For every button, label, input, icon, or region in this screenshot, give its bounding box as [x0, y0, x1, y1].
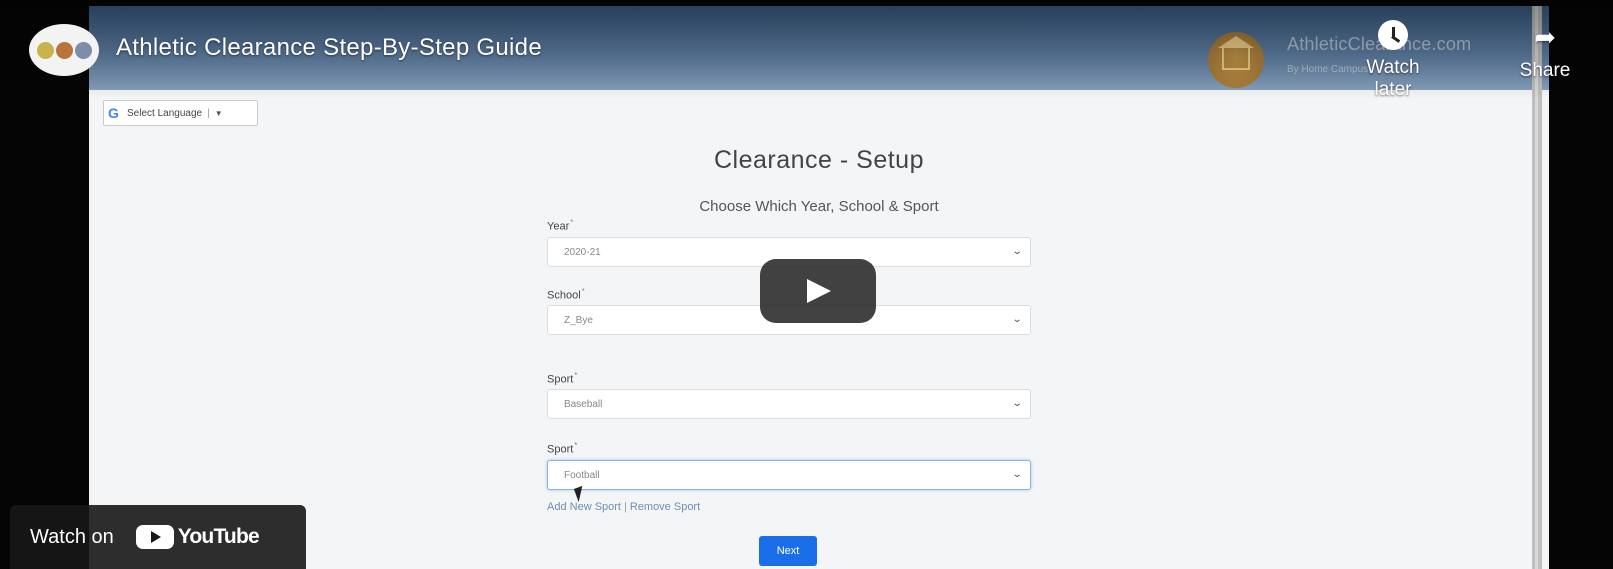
share-button[interactable]: ➦ Share	[1510, 24, 1580, 82]
add-new-sport-link[interactable]: Add New Sport	[547, 501, 621, 513]
chevron-down-icon: ⌄	[1011, 314, 1023, 325]
year-label: Year*	[547, 218, 573, 233]
youtube-play-icon	[135, 525, 174, 549]
required-marker: *	[574, 441, 578, 450]
share-label: Share	[1519, 60, 1571, 81]
youtube-logo: YouTube	[135, 525, 260, 549]
clock-icon	[1378, 20, 1408, 50]
sport-label-1-text: Sport	[547, 373, 574, 386]
school-label-text: School	[547, 289, 581, 302]
required-marker: *	[574, 371, 578, 380]
required-marker: *	[581, 287, 585, 296]
sport-select-2[interactable]: Football ⌄	[547, 460, 1031, 490]
page-title: Clearance - Setup	[713, 146, 924, 174]
year-label-text: Year	[547, 220, 570, 233]
watch-on-label: Watch on	[30, 525, 114, 548]
play-icon	[807, 279, 831, 303]
year-select-value: 2020-21	[564, 247, 601, 258]
sport-select-1[interactable]: Baseball ⌄	[547, 389, 1031, 419]
sport-label-2-text: Sport	[547, 443, 574, 456]
watch-later-button[interactable]: Watch later	[1348, 20, 1438, 101]
chevron-down-icon: ⌄	[1011, 398, 1023, 409]
google-icon: G	[108, 105, 119, 121]
sport-links: Add New Sport | Remove Sport	[547, 501, 700, 513]
remove-sport-link[interactable]: Remove Sport	[630, 501, 700, 513]
chevron-down-icon: ⌄	[1011, 246, 1023, 257]
school-select-value: Z_Bye	[564, 315, 593, 326]
sport-select-2-value: Football	[564, 470, 600, 481]
youtube-wordmark: YouTube	[177, 525, 260, 548]
house-body	[1222, 46, 1250, 70]
video-player[interactable]: AthleticClearance.com By Home Campus G S…	[0, 0, 1613, 569]
dropdown-arrow-icon: ▼	[214, 108, 223, 118]
sport-label-2: Sport*	[547, 441, 577, 456]
required-marker: *	[570, 218, 574, 227]
scrollbar-thumb	[1535, 6, 1538, 569]
sport-select-1-value: Baseball	[564, 399, 603, 410]
avatar-dot-yellow	[36, 41, 54, 59]
sport-label-1: Sport*	[547, 371, 577, 386]
video-title[interactable]: Athletic Clearance Step-By-Step Guide	[116, 34, 542, 62]
page-subtitle: Choose Which Year, School & Sport	[699, 198, 939, 215]
channel-avatar[interactable]	[29, 24, 99, 76]
link-separator: |	[623, 501, 627, 513]
avatar-dot-blue	[74, 41, 92, 59]
play-button[interactable]	[760, 259, 876, 323]
next-button[interactable]: Next	[759, 536, 817, 566]
language-selector-label: Select Language	[127, 107, 203, 119]
chevron-down-icon: ⌄	[1011, 469, 1023, 480]
watch-later-label: Watch later	[1366, 57, 1420, 100]
language-selector[interactable]: G Select Language | ▼	[103, 100, 258, 126]
watch-on-youtube-button[interactable]: Watch on YouTube	[10, 505, 306, 569]
school-label: School*	[547, 287, 585, 302]
share-icon: ➦	[1534, 22, 1556, 52]
avatar-dot-brown	[55, 41, 73, 59]
language-selector-divider: |	[207, 107, 210, 119]
